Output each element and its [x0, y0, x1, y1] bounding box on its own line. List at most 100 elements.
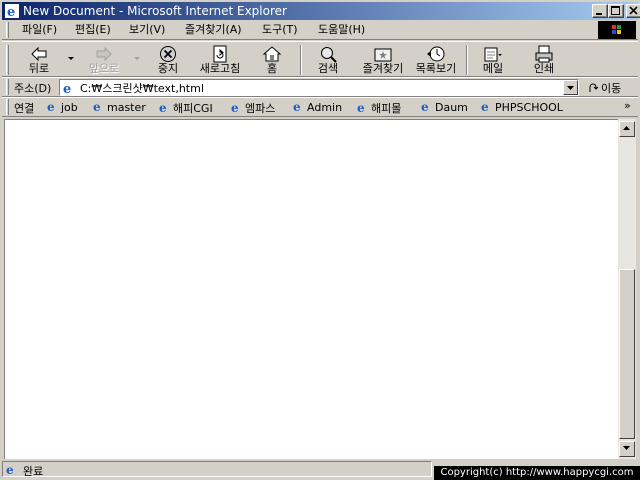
scrollbar-thumb[interactable] [619, 269, 635, 439]
forward-label: 앞으로 [88, 62, 120, 75]
menu-edit[interactable]: 편집(E) [75, 23, 111, 37]
search-label: 검색 [317, 62, 339, 75]
vertical-scrollbar[interactable] [618, 119, 636, 459]
maximize-button[interactable] [608, 4, 624, 18]
ie-link-icon: e [231, 101, 239, 114]
menu-grip[interactable] [6, 22, 9, 38]
back-label: 뒤로 [28, 62, 50, 75]
search-button[interactable]: 검색 [308, 43, 348, 77]
link-empas[interactable]: e 엠파스 [230, 100, 275, 116]
link-job[interactable]: e job [46, 100, 78, 114]
scroll-down-arrow-icon [623, 446, 630, 450]
address-label: 주소(D) [14, 82, 52, 95]
svg-text:e: e [421, 100, 429, 113]
toolbar-separator [300, 45, 302, 75]
scroll-down-button[interactable] [619, 441, 635, 457]
scroll-up-arrow-icon [623, 126, 630, 130]
links-grip[interactable] [6, 99, 9, 115]
ie-link-icon: e [421, 100, 429, 113]
link-label: 해피몰 [371, 102, 402, 115]
refresh-button[interactable]: 새로고침 [194, 43, 246, 77]
print-label: 인쇄 [533, 62, 555, 75]
back-button[interactable]: 뒤로 [16, 43, 62, 77]
svg-text:e: e [6, 463, 14, 476]
menu-view[interactable]: 보기(V) [129, 23, 165, 37]
menu-tools[interactable]: 도구(T) [262, 23, 298, 37]
search-icon [321, 47, 337, 63]
svg-text:e: e [159, 101, 167, 114]
link-happycgi[interactable]: e 해피CGI [158, 100, 213, 116]
favorites-folder-icon [374, 48, 392, 62]
title-bar[interactable]: e New Document - Microsoft Internet Expl… [2, 2, 640, 20]
back-arrow-icon [31, 46, 47, 62]
svg-text:e: e [481, 100, 489, 113]
home-label: 홈 [266, 62, 278, 75]
history-button[interactable]: 목록보기 [410, 43, 462, 77]
home-button[interactable]: 홈 [254, 43, 290, 77]
link-label: Daum [435, 101, 468, 114]
ie-link-icon: e [93, 100, 101, 113]
page-content-area[interactable] [4, 119, 618, 459]
address-bar: 주소(D) e 이동 [2, 77, 638, 97]
go-label: 이동 [601, 82, 622, 95]
mail-button[interactable]: 메일 [472, 43, 514, 77]
link-label: Admin [307, 101, 343, 114]
standard-toolbar: 뒤로 앞으로 중지 새로고침 홈 검색 즐겨찾기 목록보기 메일 인쇄 [2, 41, 638, 77]
ie-link-icon: e [481, 100, 489, 113]
address-dropdown-button[interactable] [563, 80, 578, 95]
go-button[interactable]: 이동 [588, 80, 621, 96]
printer-icon [535, 45, 553, 63]
address-field[interactable]: e [59, 79, 579, 96]
mail-label: 메일 [482, 62, 504, 75]
close-button[interactable] [626, 4, 640, 18]
toolbar-separator [466, 45, 468, 75]
link-happymall[interactable]: e 해피몰 [356, 100, 401, 116]
menu-help[interactable]: 도움말(H) [318, 23, 365, 37]
link-label: job [61, 101, 78, 114]
ie-status-icon: e [6, 463, 14, 476]
link-master[interactable]: e master [92, 100, 146, 114]
menu-favorites[interactable]: 즐겨찾기(A) [185, 23, 242, 37]
close-icon [629, 6, 638, 15]
history-icon [427, 46, 445, 62]
ie-logo-icon: e [5, 4, 19, 18]
link-admin[interactable]: e Admin [292, 100, 342, 114]
back-dropdown-icon[interactable] [68, 56, 75, 62]
ie-link-icon: e [47, 100, 55, 113]
links-more-chevron[interactable]: » [624, 99, 631, 112]
scroll-up-button[interactable] [619, 121, 635, 137]
link-phpschool[interactable]: e PHPSCHOOL [480, 100, 563, 114]
home-icon [262, 46, 282, 62]
stop-button[interactable]: 중지 [148, 43, 188, 77]
refresh-icon [213, 45, 227, 63]
copyright-overlay: Copyright(c) http://www.happycgi.com [434, 466, 640, 480]
svg-text:e: e [7, 5, 15, 18]
stop-icon [160, 46, 176, 62]
forward-button[interactable]: 앞으로 [80, 43, 128, 77]
address-grip[interactable] [6, 79, 9, 95]
print-button[interactable]: 인쇄 [524, 43, 564, 77]
menu-file[interactable]: 파일(F) [22, 23, 57, 37]
menu-bar: 파일(F) 편집(E) 보기(V) 즐겨찾기(A) 도구(T) 도움말(H) [2, 20, 638, 40]
favorites-button[interactable]: 즐겨찾기 [356, 43, 410, 77]
address-input[interactable] [80, 80, 550, 95]
toolbar-grip[interactable] [6, 45, 9, 75]
links-bar: 연결 e job e master e 해피CGI e 엠파스 e Admin e 해피몰 … [2, 97, 638, 117]
mail-icon [484, 47, 502, 62]
ie-link-icon: e [357, 101, 365, 114]
svg-text:e: e [93, 100, 101, 113]
forward-dropdown-icon[interactable] [134, 56, 141, 62]
forward-arrow-icon [96, 46, 112, 62]
link-daum[interactable]: e Daum [420, 100, 468, 114]
svg-text:e: e [293, 100, 301, 113]
link-label: 해피CGI [173, 102, 213, 115]
ie-page-icon: e [63, 82, 71, 95]
stop-label: 중지 [157, 62, 179, 75]
refresh-label: 새로고침 [199, 62, 241, 75]
svg-text:e: e [357, 101, 365, 114]
status-pane: e 완료 [2, 461, 432, 478]
window-title: New Document - Microsoft Internet Explor… [23, 4, 287, 18]
maximize-icon [611, 6, 620, 15]
minimize-button[interactable] [592, 4, 608, 18]
chevron-down-icon [567, 86, 574, 90]
